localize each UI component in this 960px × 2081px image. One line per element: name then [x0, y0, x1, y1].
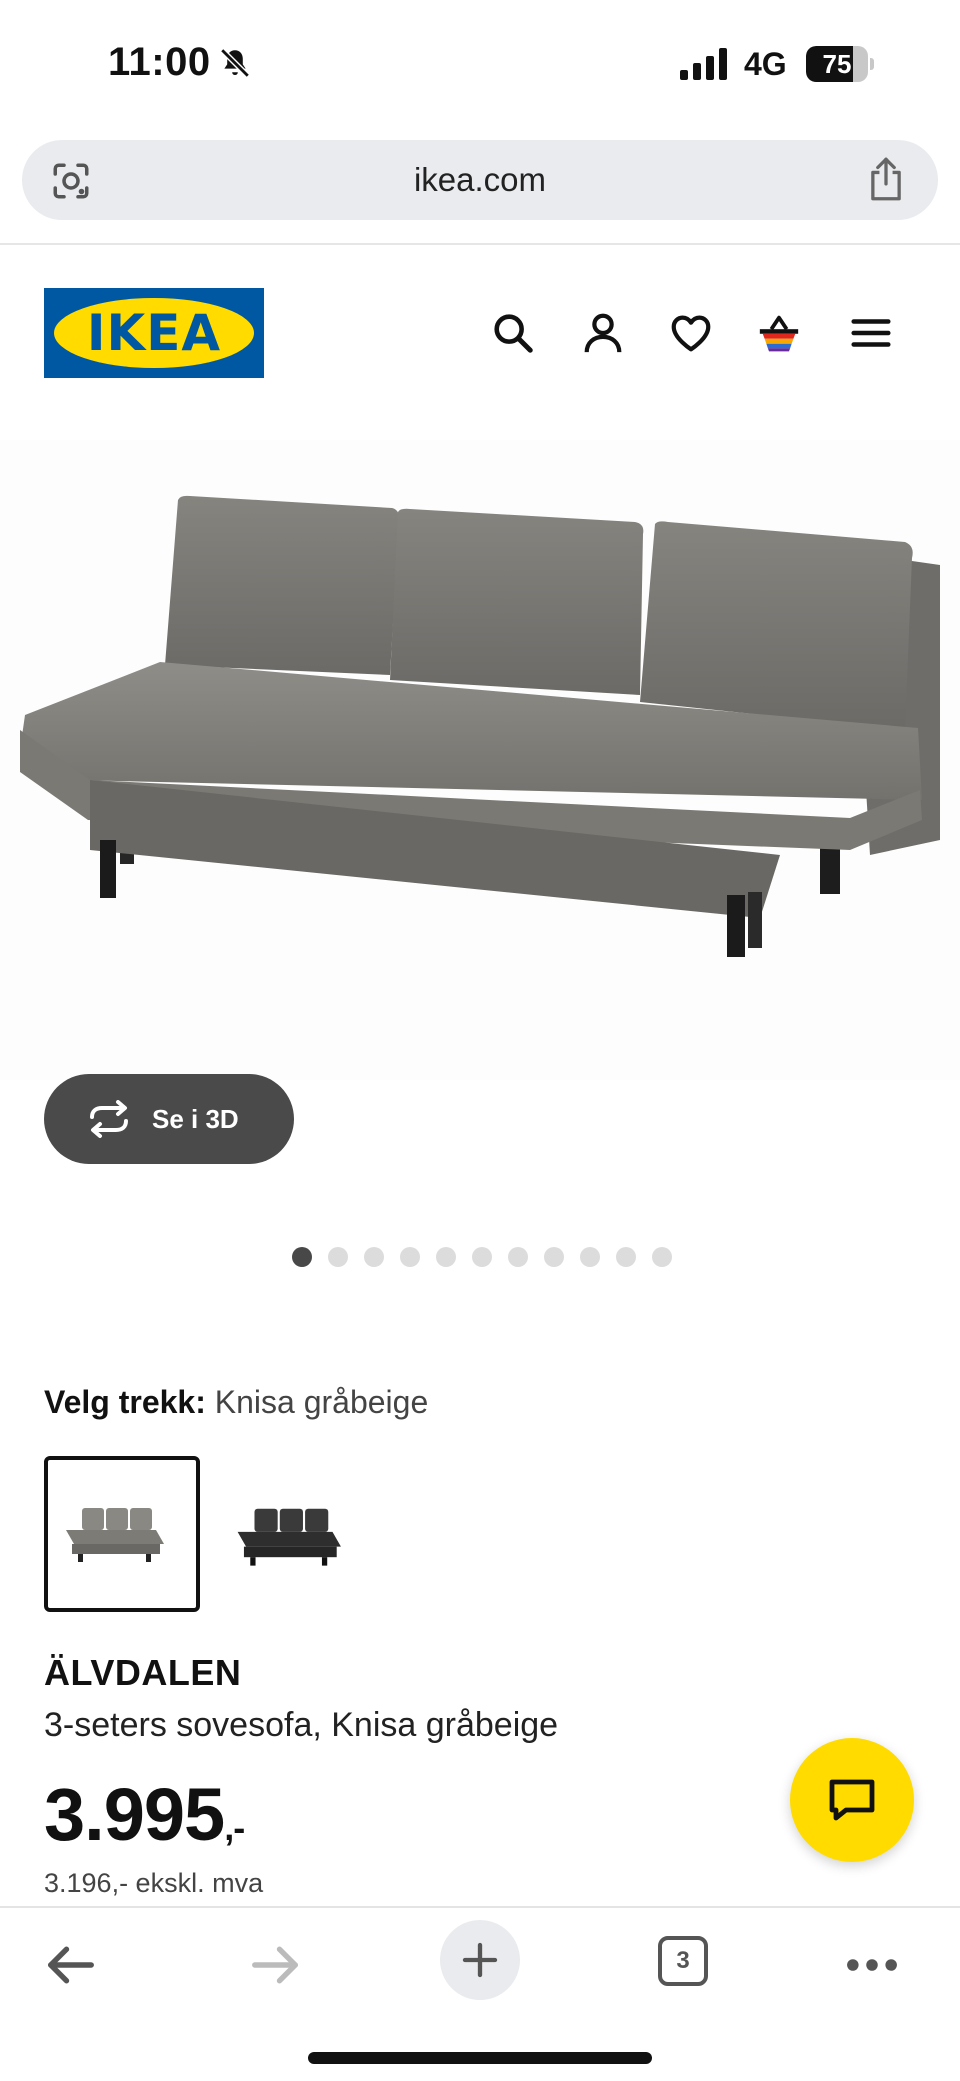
view-3d-label: Se i 3D: [152, 1104, 239, 1134]
home-indicator: [308, 2052, 652, 2064]
price-suffix: ,-: [224, 1807, 245, 1848]
signal-icon: [680, 48, 727, 80]
carousel-dot[interactable]: [544, 1247, 564, 1267]
carousel-dot[interactable]: [616, 1247, 636, 1267]
heart-icon[interactable]: [668, 310, 714, 356]
carousel-dot[interactable]: [580, 1247, 600, 1267]
ikea-logo[interactable]: IKEA: [44, 288, 264, 378]
carousel-dot[interactable]: [652, 1247, 672, 1267]
cart-icon[interactable]: [756, 310, 802, 356]
user-icon[interactable]: [580, 310, 626, 356]
carousel-dot[interactable]: [364, 1247, 384, 1267]
carousel-dot[interactable]: [328, 1247, 348, 1267]
plus-icon: [462, 1942, 498, 1978]
carousel-dots[interactable]: [292, 1247, 672, 1267]
address-bar[interactable]: ikea.com: [22, 140, 938, 220]
variant-label-title: Velg trekk:: [44, 1384, 206, 1420]
carousel-dot[interactable]: [508, 1247, 528, 1267]
rotate-3d-icon: [90, 1100, 128, 1138]
carousel-dot[interactable]: [436, 1247, 456, 1267]
new-tab-button[interactable]: [440, 1920, 520, 2000]
price-value: 3.995: [44, 1773, 225, 1856]
product-name: ÄLVDALEN: [44, 1652, 242, 1693]
status-time: 11:00: [108, 40, 211, 84]
status-bar: 11:00 4G 75: [0, 0, 960, 130]
network-label: 4G: [744, 46, 787, 82]
bell-slash-icon: [220, 48, 250, 78]
variant-swatch-grey[interactable]: [44, 1456, 200, 1612]
variant-label: Velg trekk: Knisa gråbeige: [44, 1384, 428, 1421]
url-text[interactable]: ikea.com: [22, 140, 938, 220]
forward-icon[interactable]: [248, 1938, 302, 1992]
divider: [0, 243, 960, 245]
carousel-dot[interactable]: [292, 1247, 312, 1267]
back-icon[interactable]: [44, 1938, 98, 1992]
product-image[interactable]: [0, 440, 960, 1080]
chat-button[interactable]: [790, 1738, 914, 1862]
battery-icon: 75: [806, 46, 874, 82]
view-3d-button[interactable]: Se i 3D: [44, 1074, 294, 1164]
carousel-dot[interactable]: [472, 1247, 492, 1267]
logo-text: IKEA: [86, 304, 222, 362]
menu-icon[interactable]: [848, 310, 894, 356]
battery-level: 75: [822, 49, 852, 79]
chat-icon: [829, 1779, 875, 1821]
search-icon[interactable]: [490, 310, 536, 356]
price-ex-vat: 3.196,- ekskl. mva: [44, 1868, 264, 1898]
variant-swatch-dark[interactable]: [206, 1456, 362, 1612]
product-description: 3-seters sovesofa, Knisa gråbeige: [44, 1706, 559, 1744]
variant-selected-value: Knisa gråbeige: [214, 1384, 429, 1420]
more-icon[interactable]: [844, 1942, 900, 1988]
carousel-dot[interactable]: [400, 1247, 420, 1267]
share-icon[interactable]: [866, 156, 906, 202]
product-price: 3.995,-: [44, 1772, 245, 1857]
lens-icon[interactable]: [50, 160, 92, 202]
tabs-icon[interactable]: 3: [658, 1936, 708, 1986]
